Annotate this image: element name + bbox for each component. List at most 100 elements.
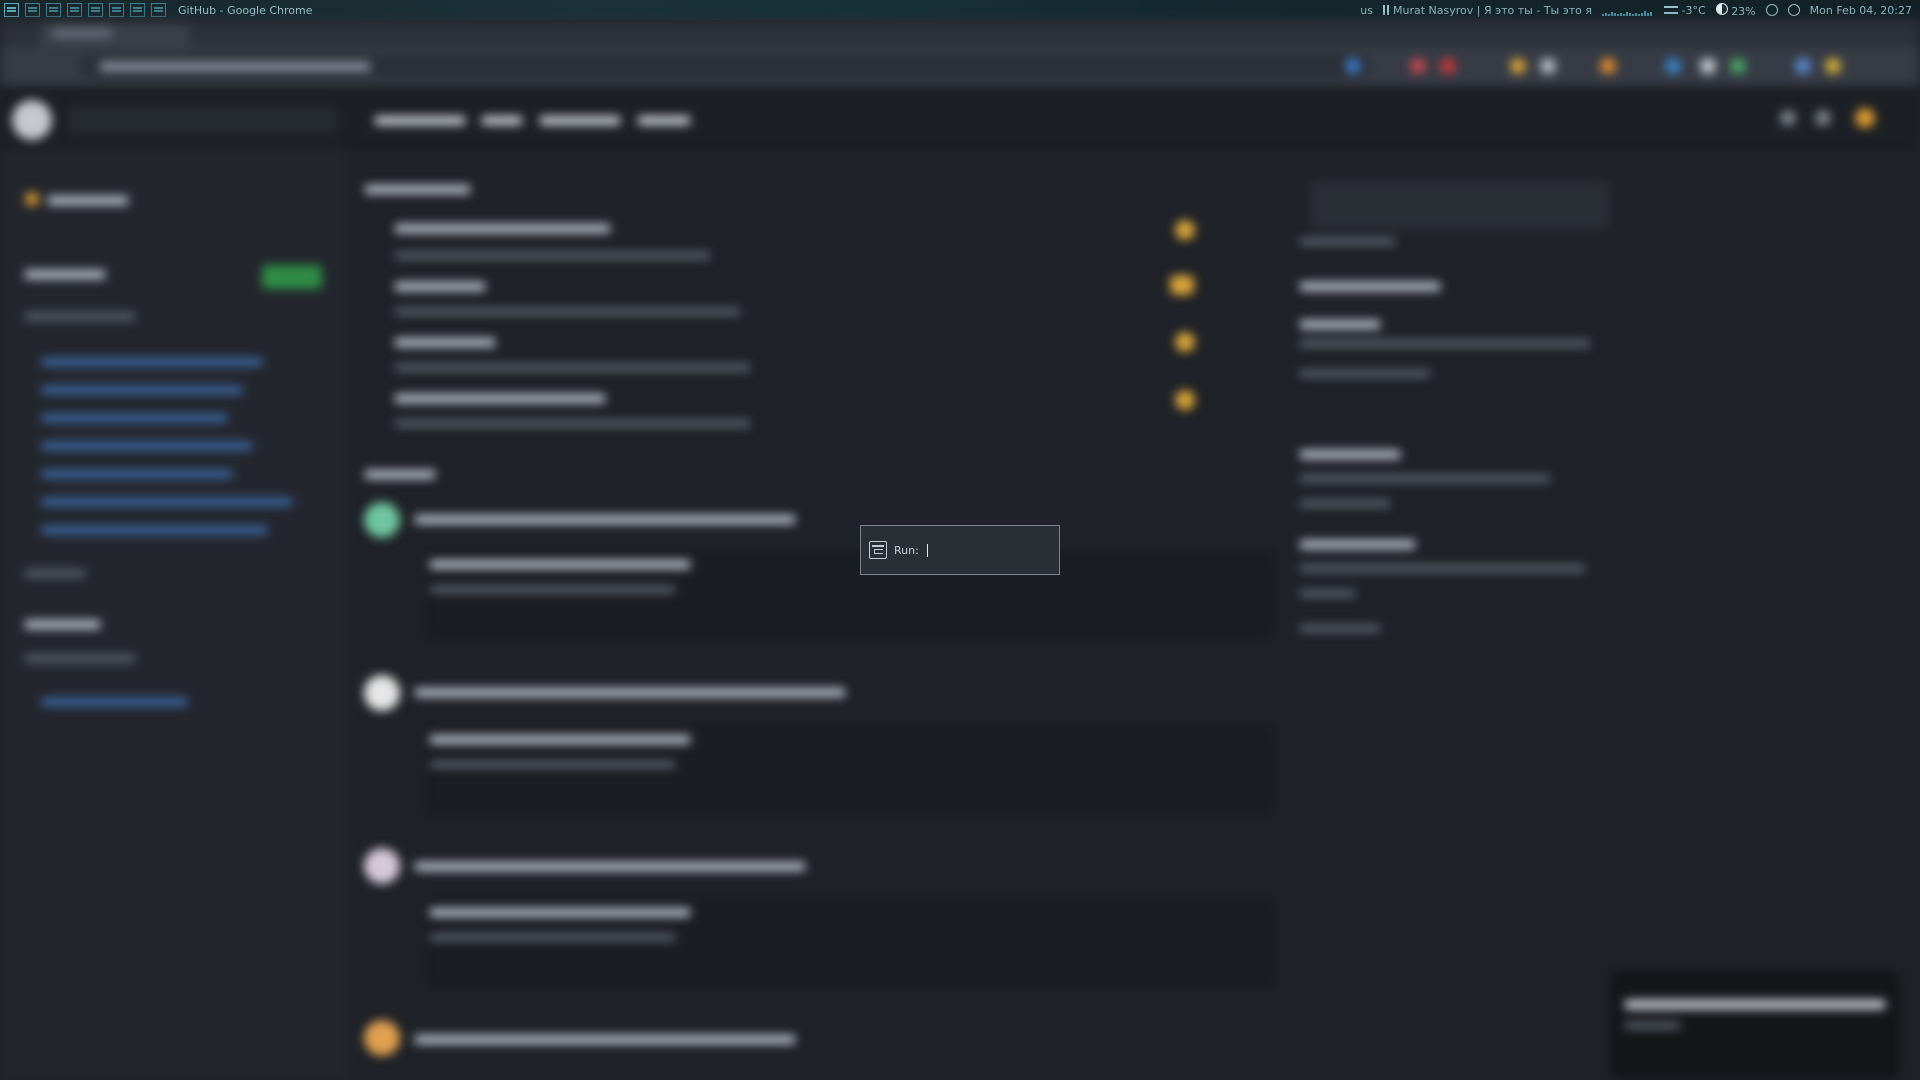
repository-link[interactable] <box>42 414 227 422</box>
repository-link[interactable] <box>42 442 252 450</box>
account-avatar[interactable] <box>25 192 39 206</box>
create-new-icon[interactable] <box>1815 110 1831 126</box>
address-text <box>100 62 370 71</box>
extension-icon[interactable] <box>1510 58 1526 74</box>
now-playing-text: Murat Nasyrov | Я это ты - Ты это я <box>1393 3 1593 17</box>
feed-repo-name[interactable] <box>430 560 690 569</box>
workspace-1-icon[interactable] <box>4 3 19 17</box>
feed-event-title[interactable] <box>415 1035 795 1044</box>
workspace-4-icon[interactable] <box>67 3 82 17</box>
media-player[interactable]: Murat Nasyrov | Я это ты - Ты это я <box>1383 4 1592 17</box>
notifications-icon[interactable] <box>1780 110 1796 126</box>
extension-icon[interactable] <box>1540 58 1556 74</box>
feed-user-avatar[interactable] <box>364 848 400 884</box>
feed-repo-name[interactable] <box>430 908 690 917</box>
extension-icon[interactable] <box>1665 58 1681 74</box>
explore-repo-name[interactable] <box>1300 540 1415 549</box>
nav-item[interactable] <box>375 116 465 125</box>
terminal-icon <box>869 541 887 559</box>
account-switcher[interactable] <box>48 196 128 205</box>
explore-repo-description <box>1300 340 1590 347</box>
activity-item-meta <box>395 252 710 259</box>
activity-avatar <box>1175 332 1195 352</box>
activity-item[interactable] <box>395 394 605 403</box>
announcement-card[interactable] <box>1310 180 1610 230</box>
activity-item[interactable] <box>395 338 495 347</box>
browser-tab[interactable] <box>40 24 190 46</box>
all-activity-heading <box>365 470 435 479</box>
feed-repo-name[interactable] <box>430 735 690 744</box>
repository-link[interactable] <box>42 386 242 394</box>
feed-event-title[interactable] <box>415 688 845 697</box>
workspace-switcher[interactable] <box>0 0 166 20</box>
extension-icon[interactable] <box>1600 58 1616 74</box>
github-header <box>0 86 1920 150</box>
repository-link[interactable] <box>42 526 267 534</box>
browser-toolbar <box>0 46 1920 86</box>
repositories-heading <box>25 270 105 279</box>
workspace-7-icon[interactable] <box>130 3 145 17</box>
explore-more-link[interactable] <box>1300 625 1380 632</box>
feed-event-title[interactable] <box>415 515 795 524</box>
extension-icon[interactable] <box>1730 58 1746 74</box>
workspace-8-icon[interactable] <box>151 3 166 17</box>
feed-user-avatar[interactable] <box>364 502 400 538</box>
run-prompt-dialog[interactable]: Run: <box>860 525 1060 575</box>
pause-icon[interactable] <box>1383 4 1389 15</box>
run-prompt-label: Run: <box>894 543 919 557</box>
repository-link[interactable] <box>42 470 232 478</box>
explore-repo-description <box>1300 565 1585 572</box>
activity-item-meta <box>395 308 740 315</box>
explore-repo-meta <box>1300 500 1390 507</box>
feed-user-avatar[interactable] <box>364 675 400 711</box>
keyboard-layout-indicator[interactable]: us <box>1360 4 1373 17</box>
extension-icon[interactable] <box>1410 58 1426 74</box>
workspace-5-icon[interactable] <box>88 3 103 17</box>
find-team-input[interactable] <box>25 655 135 662</box>
notification-popup[interactable] <box>1610 970 1900 1080</box>
brightness-text: 23% <box>1731 4 1756 18</box>
team-link[interactable] <box>42 698 187 706</box>
github-logo-icon[interactable] <box>12 100 52 140</box>
notification-subtext <box>1625 1022 1680 1029</box>
workspace-3-icon[interactable] <box>46 3 61 17</box>
extension-icon[interactable] <box>1825 58 1841 74</box>
recent-activity-heading <box>365 185 470 194</box>
user-avatar[interactable] <box>1855 108 1875 128</box>
explore-repo-name[interactable] <box>1300 320 1380 329</box>
nav-item[interactable] <box>638 116 690 125</box>
nav-item[interactable] <box>482 116 522 125</box>
find-repository-input[interactable] <box>25 313 135 320</box>
workspace-2-icon[interactable] <box>25 3 40 17</box>
extension-icon[interactable] <box>1795 58 1811 74</box>
extension-icon[interactable] <box>1345 58 1361 74</box>
extension-icon[interactable] <box>1440 58 1456 74</box>
explore-repo-name[interactable] <box>1300 450 1400 459</box>
repository-link[interactable] <box>42 358 262 366</box>
extension-icon[interactable] <box>1700 58 1716 74</box>
volume-icon[interactable] <box>1765 4 1778 16</box>
github-search-input[interactable] <box>68 106 338 134</box>
nav-item[interactable] <box>540 116 620 125</box>
brightness-widget[interactable]: 23% <box>1715 2 1756 18</box>
workspace-6-icon[interactable] <box>109 3 124 17</box>
feed-repo-description <box>430 934 675 941</box>
weather-widget: -3°C <box>1664 4 1706 17</box>
show-more-link[interactable] <box>25 570 85 577</box>
run-command-input[interactable] <box>926 543 928 557</box>
new-repository-button[interactable] <box>262 265 322 289</box>
feed-repo-description <box>430 761 675 768</box>
feed-event-title[interactable] <box>415 862 805 871</box>
browser-tab-strip <box>0 20 1920 46</box>
activity-item[interactable] <box>395 282 485 291</box>
feed-user-avatar[interactable] <box>364 1020 400 1056</box>
explore-repo-meta <box>1300 370 1430 377</box>
explore-repositories-heading <box>1300 282 1440 291</box>
activity-item[interactable] <box>395 224 610 233</box>
brightness-icon <box>1715 2 1728 15</box>
system-status-bar: GitHub - Google Chrome us Murat Nasyrov … <box>0 0 1920 20</box>
activity-item-meta <box>395 364 750 371</box>
repository-link[interactable] <box>42 498 292 506</box>
dashboard-sidebar <box>0 150 350 1080</box>
audio-visualizer <box>1602 4 1654 16</box>
